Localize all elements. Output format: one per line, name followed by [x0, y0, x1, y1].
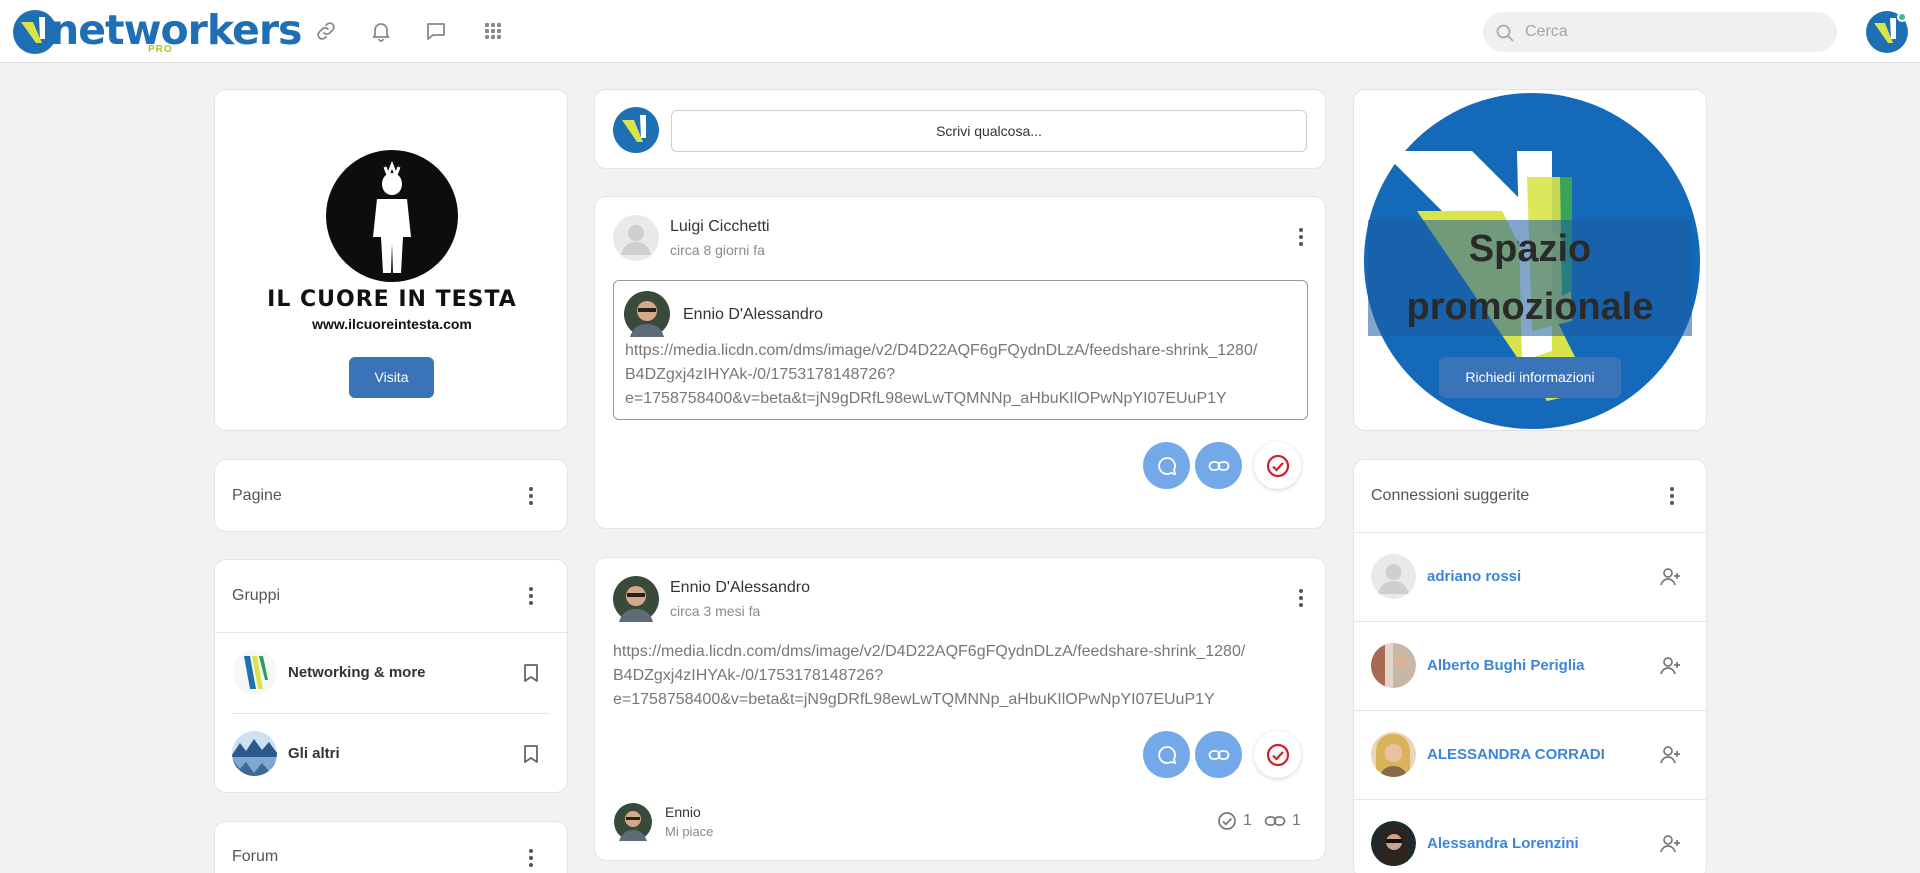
suggested-connections-card: Connessioni suggerite adriano rossi Albe… [1353, 459, 1707, 873]
likes-count: 1 [1243, 812, 1252, 829]
user-plus-icon[interactable] [1658, 654, 1682, 678]
group-name: Networking & more [288, 664, 426, 681]
reaction-label: Mi piace [665, 824, 714, 839]
sponsor-card: IL CUORE IN TESTA www.ilcuoreintesta.com… [214, 89, 568, 431]
comment-button[interactable] [1143, 731, 1190, 778]
share-link-button[interactable] [1195, 442, 1242, 489]
group-name: Gli altri [288, 745, 340, 762]
pages-card: Pagine [214, 459, 568, 532]
more-vertical-icon[interactable] [519, 484, 543, 508]
connection-avatar[interactable] [1371, 821, 1416, 866]
author-avatar[interactable] [613, 215, 659, 261]
user-plus-icon[interactable] [1658, 565, 1682, 589]
connection-name[interactable]: adriano rossi [1427, 568, 1521, 585]
connection-item: Alberto Bughi Periglia [1354, 622, 1706, 710]
link-icon [1208, 460, 1229, 471]
connection-item: ALESSANDRA CORRADI [1354, 711, 1706, 799]
promo-title-line-1: Spazio [1468, 228, 1592, 270]
user-plus-icon[interactable] [1658, 832, 1682, 856]
top-bar: networkers PRO [0, 0, 1920, 63]
check-circle-icon [1266, 454, 1289, 477]
group-avatar [232, 650, 277, 695]
connection-avatar[interactable] [1371, 554, 1416, 599]
shared-post-link-line[interactable]: https://media.licdn.com/dms/image/v2/D4D… [625, 339, 1257, 363]
promo-space-title: Spazio promozionale [1368, 220, 1692, 336]
link-icon[interactable] [314, 19, 338, 43]
author-avatar[interactable] [613, 576, 659, 622]
search-input[interactable] [1525, 21, 1815, 43]
composer-input[interactable]: Scrivi qualcosa... [671, 110, 1307, 152]
promo-title-line-2: promozionale [1406, 286, 1654, 328]
more-vertical-icon[interactable] [1289, 586, 1313, 610]
more-vertical-icon[interactable] [519, 584, 543, 608]
connection-name[interactable]: ALESSANDRA CORRADI [1427, 746, 1605, 763]
group-avatar [232, 731, 277, 776]
link-icon [1208, 749, 1229, 760]
composer-avatar [613, 107, 659, 153]
connection-name[interactable]: Alberto Bughi Periglia [1427, 657, 1585, 674]
like-button[interactable] [1254, 442, 1301, 489]
shared-post-box[interactable]: Ennio D'Alessandro https://media.licdn.c… [613, 280, 1308, 420]
more-vertical-icon[interactable] [1289, 225, 1313, 249]
more-vertical-icon[interactable] [519, 846, 543, 870]
links-count: 1 [1292, 812, 1301, 829]
forum-title: Forum [232, 848, 279, 865]
shared-author-name: Ennio D'Alessandro [683, 306, 824, 323]
share-link-button[interactable] [1195, 731, 1242, 778]
check-circle-icon [1266, 743, 1289, 766]
group-item-networking[interactable]: Networking & more [215, 633, 567, 713]
bell-icon[interactable] [369, 19, 393, 43]
more-vertical-icon[interactable] [1660, 484, 1684, 508]
connection-avatar[interactable] [1371, 732, 1416, 777]
groups-card: Gruppi Networking & more Gli altri [214, 559, 568, 793]
bookmark-icon[interactable] [519, 742, 543, 766]
post-link-line[interactable]: https://media.licdn.com/dms/image/v2/D4D… [613, 640, 1245, 664]
comment-button[interactable] [1143, 442, 1190, 489]
post-link-line[interactable]: e=1758758400&v=beta&t=jN9gDRfL98ewLwTQMN… [613, 688, 1215, 712]
like-button[interactable] [1254, 731, 1301, 778]
pages-title: Pagine [232, 487, 282, 504]
group-item-gli-altri[interactable]: Gli altri [215, 714, 567, 794]
sponsor-brand-url: www.ilcuoreintesta.com [312, 316, 472, 332]
comment-icon [1157, 456, 1176, 475]
logo-text: networkers [50, 6, 302, 54]
logo-pro-badge: PRO [148, 44, 173, 55]
shared-post-link-line[interactable]: e=1758758400&v=beta&t=jN9gDRfL98ewLwTQMN… [625, 387, 1227, 411]
post-author-name[interactable]: Ennio D'Alessandro [670, 579, 810, 597]
search-bar[interactable] [1483, 12, 1837, 52]
link-icon[interactable] [1264, 811, 1286, 831]
apps-grid-icon[interactable] [481, 19, 505, 43]
comment-icon [1157, 745, 1176, 764]
user-plus-icon[interactable] [1658, 743, 1682, 767]
connection-name[interactable]: Alessandra Lorenzini [1427, 835, 1579, 852]
shared-post-link-line[interactable]: B4DZgxj4zIHYAk-/0/1753178148726? [625, 363, 895, 387]
post-card: Ennio D'Alessandro circa 3 mesi fa https… [594, 557, 1326, 861]
reaction-user-name: Ennio [665, 804, 701, 820]
connection-avatar[interactable] [1371, 643, 1416, 688]
post-link-line[interactable]: B4DZgxj4zIHYAk-/0/1753178148726? [613, 664, 883, 688]
check-circle-icon[interactable] [1217, 811, 1237, 831]
networkers-logo[interactable]: networkers PRO [12, 6, 302, 56]
reaction-avatar[interactable] [614, 803, 652, 841]
search-icon [1496, 24, 1514, 42]
online-status-indicator [1897, 12, 1907, 22]
post-author-name[interactable]: Luigi Cicchetti [670, 218, 770, 236]
sponsor-brand-name: IL CUORE IN TESTA [267, 287, 517, 312]
request-info-button[interactable]: Richiedi informazioni [1439, 357, 1621, 398]
visit-button[interactable]: Visita [349, 357, 434, 398]
groups-title: Gruppi [232, 587, 281, 604]
post-timestamp: circa 3 mesi fa [670, 603, 761, 619]
sponsor-logo-icon [326, 150, 458, 282]
forum-card: Forum [214, 821, 568, 873]
bookmark-icon[interactable] [519, 661, 543, 685]
chat-icon[interactable] [424, 19, 448, 43]
connection-item: adriano rossi [1354, 533, 1706, 621]
connection-item: Alessandra Lorenzini [1354, 800, 1706, 873]
post-timestamp: circa 8 giorni fa [670, 242, 765, 258]
shared-author-avatar [624, 291, 670, 337]
suggested-connections-title: Connessioni suggerite [1371, 487, 1530, 504]
